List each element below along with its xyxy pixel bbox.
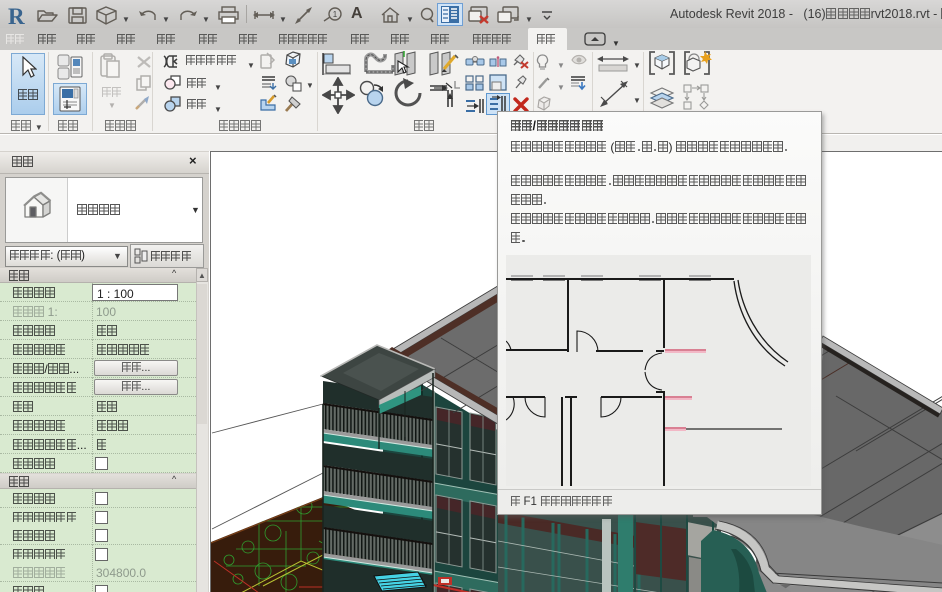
svg-text:▼: ▼	[306, 81, 312, 90]
svg-text:1: 1	[333, 10, 338, 19]
